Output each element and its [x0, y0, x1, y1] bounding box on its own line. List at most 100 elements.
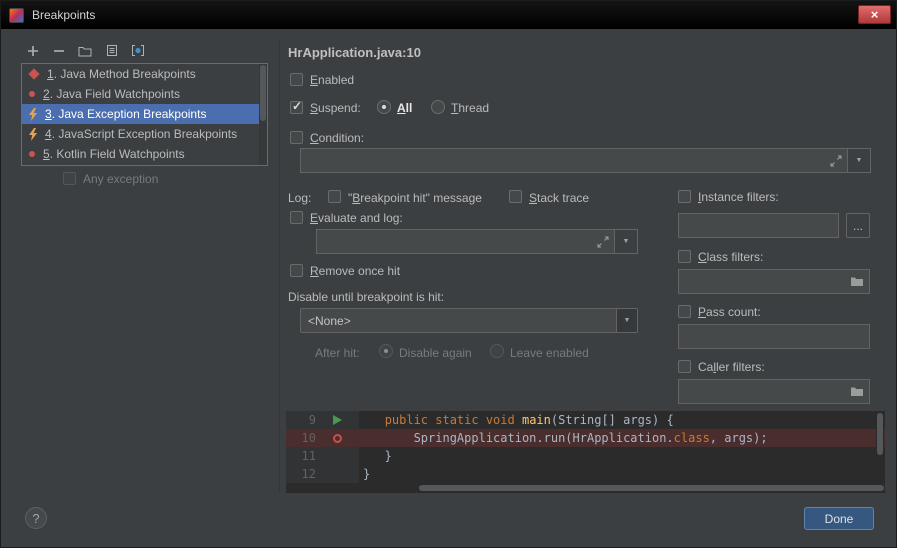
list-item-label: 5. Kotlin Field Watchpoints — [43, 147, 185, 161]
stack-trace-label[interactable]: Stack trace — [529, 191, 589, 205]
pass-count-checkbox[interactable] — [678, 305, 691, 318]
editor-gutter[interactable]: 11 — [286, 447, 359, 465]
leave-enabled-label[interactable]: Leave enabled — [510, 346, 589, 360]
condition-field[interactable]: ▼ — [300, 148, 871, 173]
method-breakpoint-icon — [28, 68, 40, 80]
editor-horizontal-scrollbar-thumb[interactable] — [419, 485, 884, 491]
expand-editor-icon[interactable] — [830, 155, 842, 167]
close-button[interactable]: × — [858, 5, 891, 24]
disable-again-label[interactable]: Disable again — [399, 346, 472, 360]
editor-line: 11 } — [286, 447, 885, 465]
remove-once-hit-label[interactable]: Remove once hit — [310, 264, 400, 278]
after-hit-label: After hit: — [315, 346, 360, 360]
window-title: Breakpoints — [32, 8, 96, 22]
log-message-label[interactable]: "Breakpoint hit" message — [348, 191, 482, 205]
evaluate-and-log-checkbox[interactable] — [290, 211, 303, 224]
condition-history-button[interactable]: ▼ — [847, 149, 870, 172]
breakpoint-icon[interactable] — [333, 433, 342, 443]
breakpoint-type-list: 1. Java Method Breakpoints 2. Java Field… — [21, 63, 268, 166]
list-item-label: 2. Java Field Watchpoints — [43, 87, 180, 101]
titlebar[interactable]: Breakpoints × — [1, 1, 896, 29]
editor-vertical-scrollbar[interactable] — [876, 412, 884, 483]
instance-filters-checkbox[interactable] — [678, 190, 691, 203]
browse-folder-icon[interactable] — [850, 386, 864, 397]
editor-lines: 9 public static void main(String[] args)… — [286, 411, 885, 483]
field-watchpoint-icon — [29, 151, 35, 157]
condition-checkbox[interactable] — [290, 131, 303, 144]
list-item-kotlin-field-watchpoints[interactable]: 5. Kotlin Field Watchpoints — [22, 144, 259, 164]
intellij-logo-icon — [9, 7, 24, 23]
expand-editor-icon[interactable] — [597, 236, 609, 248]
instance-filters-label[interactable]: Instance filters: — [698, 190, 779, 204]
suspend-thread-label[interactable]: Thread — [451, 101, 489, 115]
editor-line: 9 public static void main(String[] args)… — [286, 411, 885, 429]
disable-until-combobox[interactable]: <None> ▼ — [300, 308, 638, 333]
editor-gutter[interactable]: 10 — [286, 429, 359, 447]
class-filters-label[interactable]: Class filters: — [698, 250, 763, 264]
list-item-javascript-exception-breakpoints[interactable]: 4. JavaScript Exception Breakpoints — [22, 124, 259, 144]
group-by-package-icon[interactable] — [77, 43, 93, 59]
execution-arrow-icon[interactable] — [333, 415, 342, 425]
group-by-file-icon[interactable] — [104, 42, 120, 58]
line-number: 12 — [301, 467, 316, 481]
help-button[interactable]: ? — [25, 507, 47, 529]
code-text: public static void main(String[] args) { — [384, 413, 674, 427]
remove-icon[interactable] — [51, 43, 67, 59]
list-item-label: 1. Java Method Breakpoints — [47, 67, 196, 81]
editor-line: 12} — [286, 465, 885, 483]
suspend-label[interactable]: Suspend: — [310, 101, 361, 115]
caller-filters-field[interactable] — [678, 379, 870, 404]
panel-splitter[interactable] — [279, 41, 280, 493]
list-item-java-exception-breakpoints[interactable]: 3. Java Exception Breakpoints — [22, 104, 259, 124]
enabled-label[interactable]: Enabled — [310, 73, 354, 87]
exception-breakpoint-icon — [28, 127, 38, 141]
evaluate-history-button[interactable]: ▼ — [614, 230, 637, 253]
code-preview-editor[interactable]: 9 public static void main(String[] args)… — [286, 411, 885, 493]
breakpoint-header: HrApplication.java:10 — [288, 45, 421, 60]
list-item-label: 4. JavaScript Exception Breakpoints — [45, 127, 238, 141]
suspend-checkbox[interactable] — [290, 99, 303, 114]
browse-folder-icon[interactable] — [850, 276, 864, 287]
leave-enabled-radio[interactable] — [490, 344, 504, 358]
any-exception-checkbox[interactable] — [63, 172, 76, 185]
caller-filters-label[interactable]: Caller filters: — [698, 360, 765, 374]
line-number: 9 — [308, 413, 316, 427]
editor-line: 10 SpringApplication.run(HrApplication.c… — [286, 429, 885, 447]
field-watchpoint-icon — [29, 91, 35, 97]
combobox-arrow-icon[interactable]: ▼ — [616, 309, 637, 332]
caller-filters-checkbox[interactable] — [678, 360, 691, 373]
add-icon[interactable] — [25, 43, 41, 59]
pass-count-label[interactable]: Pass count: — [698, 305, 761, 319]
pass-count-field[interactable] — [678, 324, 870, 349]
editor-gutter[interactable]: 9 — [286, 411, 359, 429]
exception-breakpoint-icon — [28, 107, 38, 121]
evaluate-and-log-field[interactable]: ▼ — [316, 229, 638, 254]
suspend-thread-radio[interactable] — [431, 100, 445, 114]
code-text: SpringApplication.run(HrApplication.clas… — [363, 431, 768, 445]
editor-gutter[interactable]: 12 — [286, 465, 359, 483]
editor-horizontal-scrollbar[interactable] — [359, 484, 884, 492]
enabled-checkbox[interactable] — [290, 73, 303, 86]
instance-filters-more-button[interactable]: ... — [846, 213, 870, 238]
stack-trace-checkbox[interactable] — [509, 190, 522, 203]
suspend-all-radio[interactable] — [377, 100, 391, 114]
breakpoints-dialog: Breakpoints × 1. Java Method Breakpoints… — [0, 0, 897, 548]
suspend-all-label[interactable]: All — [397, 101, 412, 115]
group-by-class-icon[interactable] — [130, 42, 146, 58]
disable-again-radio[interactable] — [379, 344, 393, 358]
editor-vertical-scrollbar-thumb[interactable] — [877, 413, 883, 455]
instance-filters-field[interactable] — [678, 213, 839, 238]
list-item-java-method-breakpoints[interactable]: 1. Java Method Breakpoints — [22, 64, 259, 84]
list-item-java-field-watchpoints[interactable]: 2. Java Field Watchpoints — [22, 84, 259, 104]
class-filters-field[interactable] — [678, 269, 870, 294]
list-scrollbar-thumb[interactable] — [260, 65, 266, 121]
done-button[interactable]: Done — [804, 507, 874, 530]
remove-once-hit-checkbox[interactable] — [290, 264, 303, 277]
class-filters-checkbox[interactable] — [678, 250, 691, 263]
evaluate-and-log-label[interactable]: Evaluate and log: — [310, 211, 403, 225]
code-text: } — [363, 467, 371, 481]
list-scrollbar[interactable] — [259, 64, 267, 165]
condition-label[interactable]: Condition: — [310, 131, 364, 145]
log-message-checkbox[interactable] — [328, 190, 341, 203]
any-exception-label[interactable]: Any exception — [83, 172, 158, 186]
